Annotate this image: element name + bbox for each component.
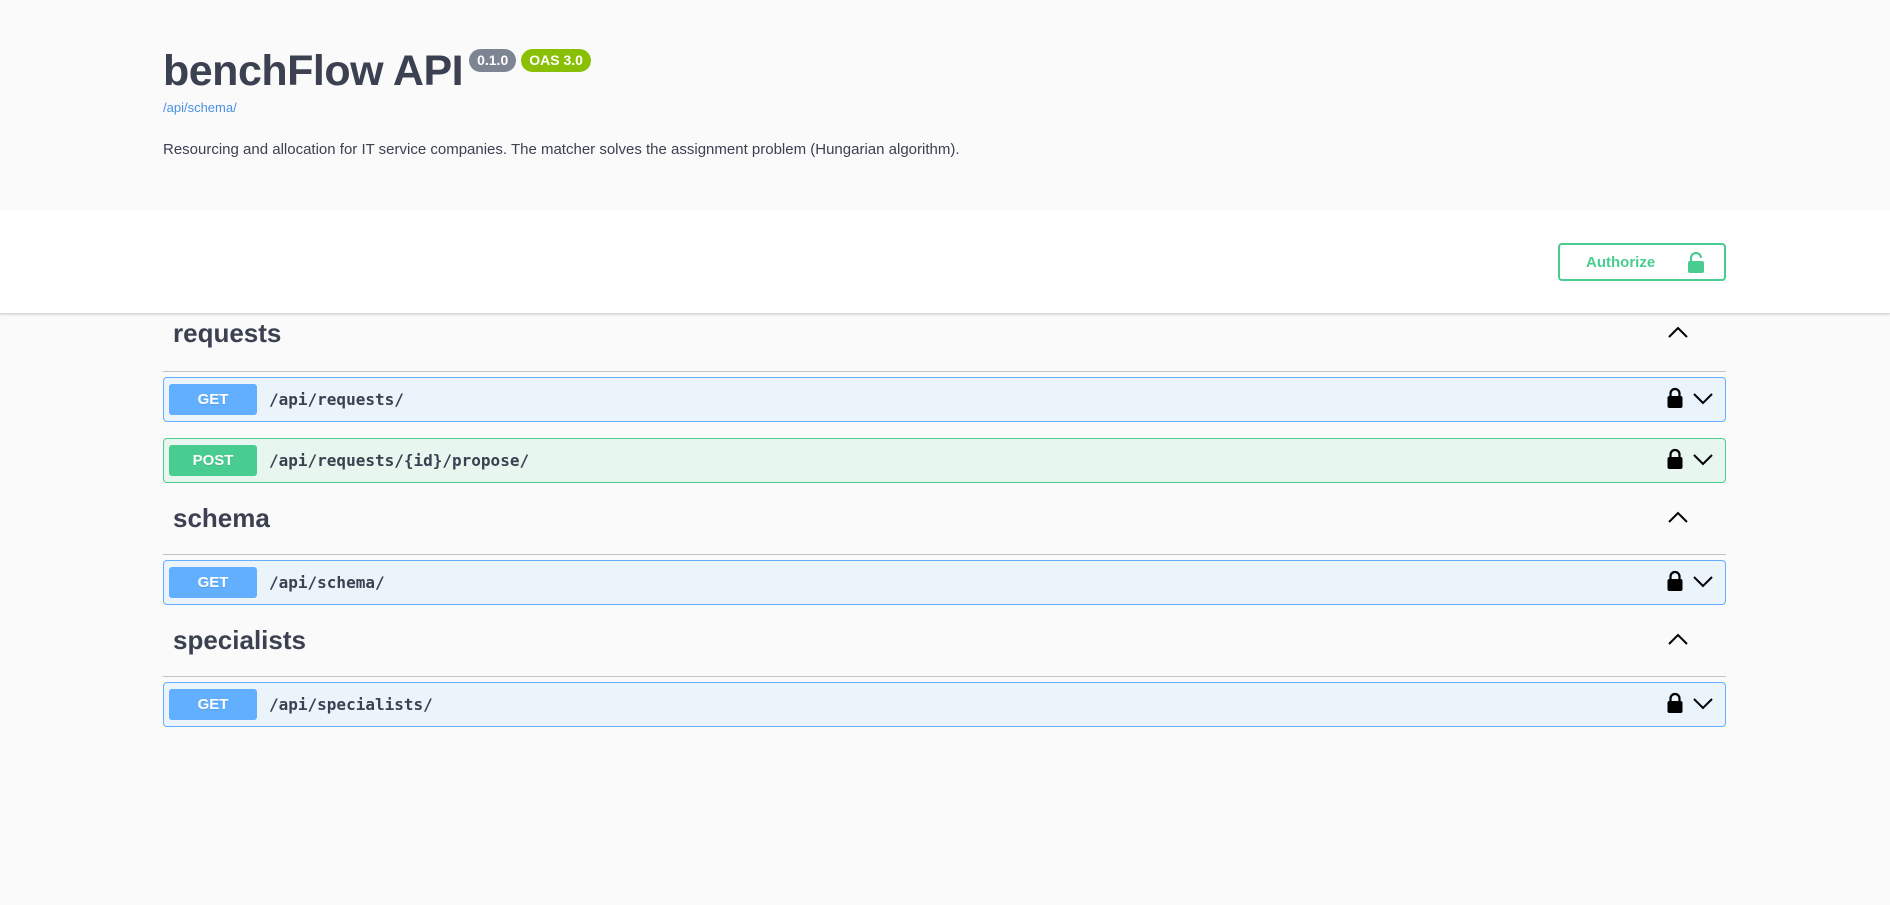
tag-header-requests[interactable]: requests — [163, 296, 1726, 372]
chevron-up-icon[interactable] — [1668, 510, 1688, 528]
chevron-down-icon[interactable] — [1693, 392, 1713, 410]
method-badge: POST — [169, 445, 257, 476]
oas-badge: OAS 3.0 — [521, 49, 591, 72]
authorize-button[interactable]: Authorize — [1558, 243, 1726, 281]
chevron-down-icon[interactable] — [1693, 453, 1713, 471]
tag-section-specialists: specialists GET /api/specialists/ — [163, 605, 1726, 727]
api-info: benchFlow API 0.1.0 OAS 3.0 /api/schema/… — [0, 0, 1890, 210]
chevron-down-icon[interactable] — [1693, 697, 1713, 715]
op-icons — [1667, 448, 1713, 475]
chevron-up-icon[interactable] — [1668, 632, 1688, 650]
tag-name: specialists — [173, 625, 306, 655]
tag-section-requests: requests GET /api/requests/ POST /api/re… — [163, 296, 1726, 483]
operations-wrapper: requests GET /api/requests/ POST /api/re… — [163, 314, 1726, 727]
lock-icon[interactable] — [1667, 387, 1683, 414]
tag-section-schema: schema GET /api/schema/ — [163, 483, 1726, 605]
lock-icon[interactable] — [1667, 448, 1683, 475]
op-icons — [1667, 387, 1713, 414]
method-badge: GET — [169, 567, 257, 598]
version-badge: 0.1.0 — [469, 49, 517, 72]
spec-url-link[interactable]: /api/schema/ — [163, 100, 1890, 115]
lock-open-icon — [1686, 251, 1706, 278]
opblock-get-requests[interactable]: GET /api/requests/ — [163, 377, 1726, 422]
tag-header-specialists[interactable]: specialists — [163, 605, 1726, 677]
endpoint-path: /api/requests/ — [269, 390, 404, 409]
opblock-post-requests-propose[interactable]: POST /api/requests/{id}/propose/ — [163, 438, 1726, 483]
authorize-label: Authorize — [1586, 253, 1656, 271]
opblock-get-schema[interactable]: GET /api/schema/ — [163, 560, 1726, 605]
endpoint-path: /api/schema/ — [269, 573, 385, 592]
chevron-down-icon[interactable] — [1693, 575, 1713, 593]
api-title: benchFlow API — [163, 47, 464, 95]
endpoint-path: /api/specialists/ — [269, 695, 433, 714]
api-description: Resourcing and allocation for IT service… — [163, 141, 960, 158]
endpoint-path: /api/requests/{id}/propose/ — [269, 451, 530, 470]
method-badge: GET — [169, 689, 257, 720]
lock-icon[interactable] — [1667, 570, 1683, 597]
op-icons — [1667, 692, 1713, 719]
method-badge: GET — [169, 384, 257, 415]
title-row: benchFlow API 0.1.0 OAS 3.0 — [163, 46, 1890, 96]
lock-icon[interactable] — [1667, 692, 1683, 719]
tag-name: requests — [173, 318, 282, 348]
chevron-up-icon[interactable] — [1668, 325, 1688, 343]
opblock-get-specialists[interactable]: GET /api/specialists/ — [163, 682, 1726, 727]
op-icons — [1667, 570, 1713, 597]
tag-header-schema[interactable]: schema — [163, 483, 1726, 555]
tag-name: schema — [173, 503, 270, 533]
